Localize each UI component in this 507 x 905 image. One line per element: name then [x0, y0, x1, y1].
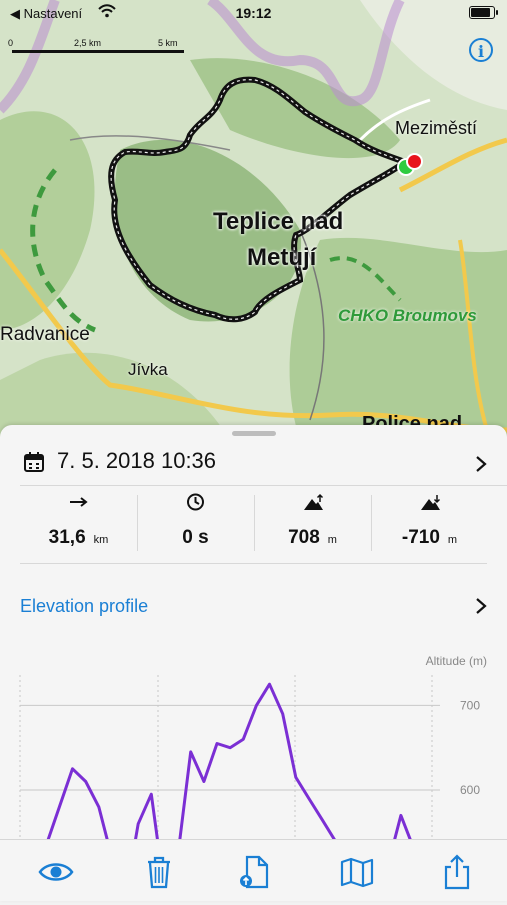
track-detail-sheet: 7. 5. 2018 10:36 31,6 km 0 s 708 m -710 — [0, 425, 507, 902]
stat-descent: -710 m — [371, 489, 488, 559]
descent-icon — [421, 495, 441, 510]
map-label-town-line2: Metují — [247, 244, 317, 271]
distance-arrow-icon — [70, 497, 88, 507]
ascent-icon — [304, 493, 324, 510]
scale-label-mid: 2,5 km — [74, 38, 102, 48]
chart-y-tick-label: 600 — [460, 783, 480, 797]
scale-label-end: 5 km — [158, 38, 178, 48]
status-time: 19:12 — [235, 5, 272, 21]
stat-descent-unit: m — [447, 534, 458, 546]
map-label-radvanice: Radvanice — [0, 324, 90, 345]
track-date: 7. 5. 2018 10:36 — [57, 448, 217, 473]
stat-ascent-value: 708 — [288, 527, 320, 548]
elevation-profile-title: Elevation profile — [20, 596, 149, 616]
stat-distance: 31,6 km — [20, 489, 137, 559]
chart-y-tick-label: 700 — [460, 698, 480, 712]
export-file-icon[interactable] — [237, 854, 273, 890]
divider — [20, 563, 487, 564]
stat-ascent: 708 m — [254, 489, 371, 559]
track-date-row[interactable]: 7. 5. 2018 10:36 — [0, 435, 507, 475]
eye-icon[interactable] — [38, 854, 74, 890]
trash-icon[interactable] — [141, 854, 177, 890]
map-label-town: Teplice nad — [213, 208, 344, 235]
battery-icon — [469, 6, 498, 19]
stat-distance-unit: km — [93, 534, 109, 546]
scale-label-zero: 0 — [8, 38, 14, 48]
stat-duration-value: 0 s — [182, 527, 209, 548]
map-view[interactable]: Teplice nad Metují Meziměstí Radvanice J… — [0, 0, 507, 440]
map-label-chko: CHKO Broumovs — [338, 306, 477, 325]
divider — [20, 485, 507, 486]
stat-duration: 0 s — [137, 489, 254, 559]
map-label-mezimesti: Meziměstí — [395, 118, 478, 138]
map-scale-bar: 0 2,5 km 5 km — [8, 36, 188, 56]
map-label-jivka: Jívka — [128, 360, 168, 379]
status-bar: ◀ Nastavení 19:12 — [0, 0, 507, 28]
elevation-profile-row[interactable]: Elevation profile — [0, 585, 507, 625]
share-icon[interactable] — [439, 854, 475, 890]
clock-icon — [187, 493, 204, 511]
stat-ascent-unit: m — [327, 534, 337, 546]
calendar-icon — [24, 452, 44, 472]
chevron-right-icon — [476, 456, 487, 472]
route-end-marker[interactable] — [406, 153, 423, 170]
chart-y-axis-label: Altitude (m) — [426, 654, 487, 668]
chevron-right-icon — [476, 598, 487, 614]
info-button[interactable]: i — [469, 38, 493, 62]
stat-descent-value: -710 — [401, 527, 440, 548]
map-icon[interactable] — [339, 854, 375, 890]
stat-distance-value: 31,6 — [48, 527, 86, 548]
bottom-toolbar — [0, 839, 507, 901]
